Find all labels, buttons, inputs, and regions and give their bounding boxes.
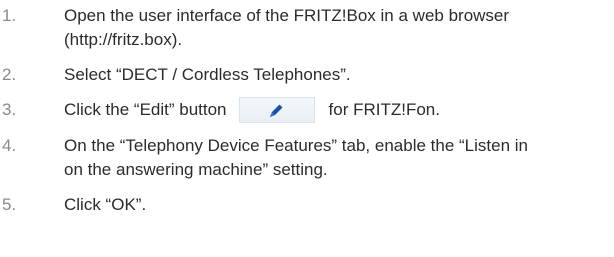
step-text-line: On the “Telephony Device Features” tab, …	[64, 135, 528, 155]
step-3: 3. Click the “Edit” button for FRITZ!Fon…	[0, 96, 614, 123]
step-text-after: for FRITZ!Fon.	[328, 100, 440, 119]
step-2: 2. Select “DECT / Cordless Telephones”.	[0, 63, 614, 87]
step-number: 4.	[2, 135, 17, 155]
pencil-icon	[269, 104, 283, 117]
step-number: 2.	[2, 65, 17, 84]
step-text: Select “DECT / Cordless Telephones”.	[64, 65, 351, 84]
step-4: 4. On the “Telephony Device Features” ta…	[0, 134, 614, 182]
step-text: Click the “Edit” button for FRITZ!Fon.	[64, 96, 614, 123]
step-text-line: on the answering machine” setting.	[64, 159, 328, 179]
step-number: 1.	[2, 6, 17, 25]
step-number: 3.	[2, 100, 17, 119]
step-5: 5. Click “OK”.	[0, 193, 614, 217]
instruction-steps: 1. Open the user interface of the FRITZ!…	[0, 0, 614, 217]
step-text-line: Open the user interface of the FRITZ!Box…	[64, 6, 510, 25]
step-text-line: (http://fritz.box).	[64, 30, 183, 49]
step-number: 5.	[2, 194, 17, 214]
step-text-before: Click the “Edit” button	[64, 100, 227, 119]
step-1: 1. Open the user interface of the FRITZ!…	[0, 4, 614, 52]
edit-button[interactable]	[238, 96, 315, 123]
step-text: On the “Telephony Device Features” tab, …	[64, 134, 614, 182]
step-text: Open the user interface of the FRITZ!Box…	[64, 4, 614, 52]
step-text: Click “OK”.	[64, 194, 147, 214]
